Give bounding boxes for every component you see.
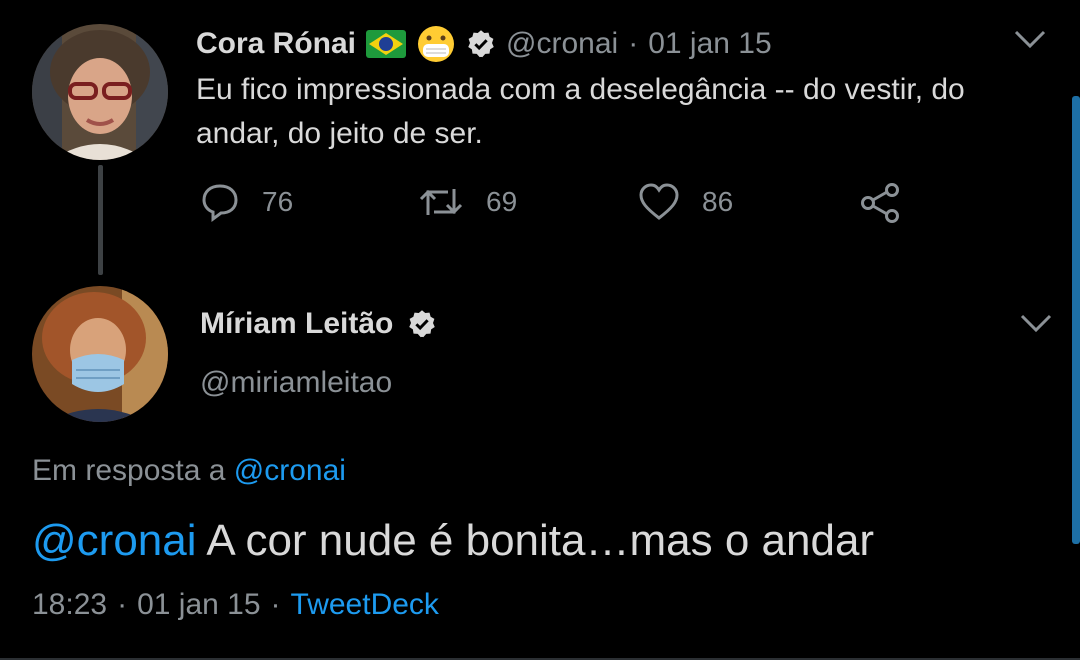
scrollbar[interactable]: [1072, 96, 1080, 544]
avatar-miriam-leitao[interactable]: [32, 286, 168, 422]
separator: ·: [628, 27, 639, 60]
mention-link[interactable]: @cronai: [32, 516, 197, 565]
tweet-date[interactable]: 01 jan 15: [648, 27, 771, 61]
verified-badge-icon: [468, 30, 494, 58]
reply-prefix: Em resposta a: [32, 454, 226, 487]
face-with-mask-icon: [418, 26, 455, 62]
verified-badge-icon: [409, 310, 436, 338]
thread-line: [98, 165, 103, 275]
author-name[interactable]: Míriam Leitão: [200, 307, 393, 341]
source-link[interactable]: TweetDeck: [291, 588, 439, 622]
tweet-body: A cor nude é bonita…mas o andar: [196, 516, 875, 565]
retweet-icon: [419, 189, 463, 215]
tweet-date: 01 jan 15: [137, 588, 261, 621]
chevron-down-icon[interactable]: [1012, 26, 1048, 52]
heart-icon: [639, 183, 679, 220]
reply-icon: [202, 184, 238, 222]
like-action[interactable]: 86: [638, 182, 733, 222]
tweet-time: 18:23: [32, 588, 108, 621]
retweet-action[interactable]: 69: [418, 182, 517, 222]
reply-context: Em resposta a @cronai: [32, 454, 346, 488]
author-name[interactable]: Cora Rónai: [196, 27, 356, 61]
reply-action[interactable]: 76: [200, 182, 293, 222]
separator: ·: [270, 588, 281, 621]
tweet1-header: Cora Rónai @cronai · 01 jan 15: [196, 24, 772, 64]
reply-count: 76: [262, 186, 294, 217]
share-icon[interactable]: [858, 182, 902, 224]
separator: ·: [117, 588, 128, 621]
tweet-text: @cronai A cor nude é bonita…mas o andar: [32, 514, 874, 568]
reply-to-link[interactable]: @cronai: [234, 454, 346, 487]
tweet-text: Eu fico impressionada com a deselegância…: [196, 73, 965, 150]
tweet2-header: Míriam Leitão: [200, 304, 437, 344]
avatar-cora-ronai[interactable]: [32, 24, 168, 160]
author-handle[interactable]: @cronai: [506, 27, 618, 61]
author-handle[interactable]: @miriamleitao: [200, 366, 392, 400]
avatar-image: [32, 286, 168, 422]
tweet-meta: 18:23 · 01 jan 15 · TweetDeck: [32, 588, 439, 622]
chevron-down-icon[interactable]: [1018, 310, 1054, 336]
like-count: 86: [702, 186, 734, 217]
avatar-image: [32, 24, 168, 160]
retweet-count: 69: [486, 186, 518, 217]
brazil-flag-icon: [366, 30, 407, 58]
